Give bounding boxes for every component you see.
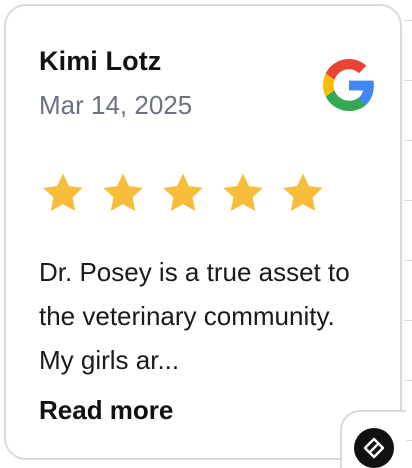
star-icon: [283, 173, 323, 212]
star-icon: [223, 173, 263, 212]
widget-badge-container: [340, 410, 406, 468]
google-logo-icon: [323, 59, 374, 111]
star-icon: [163, 173, 203, 212]
star-rating: [40, 170, 326, 216]
widget-brand-icon: [363, 437, 385, 459]
star-icon: [103, 173, 143, 212]
star-icon: [43, 173, 83, 212]
reviewer-name: Kimi Lotz: [39, 46, 162, 76]
widget-brand-button[interactable]: [354, 428, 394, 468]
review-date: Mar 14, 2025: [39, 90, 193, 120]
review-widget-page: Kimi Lotz Mar 14, 2025 Dr. Posey is a tr…: [0, 0, 412, 468]
review-card: Kimi Lotz Mar 14, 2025 Dr. Posey is a tr…: [4, 4, 402, 460]
background-edge: [402, 20, 412, 460]
read-more-link[interactable]: Read more: [39, 395, 173, 426]
review-text: Dr. Posey is a true asset to the veterin…: [39, 257, 350, 375]
